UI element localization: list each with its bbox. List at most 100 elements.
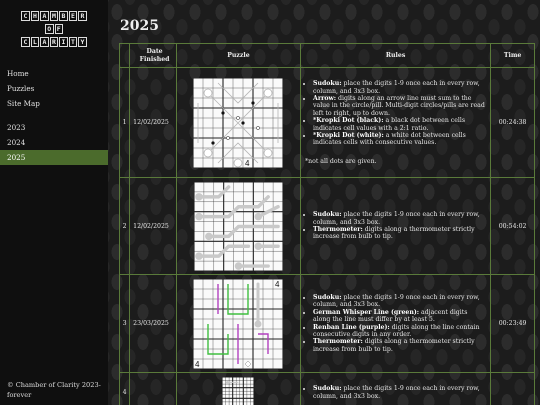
logo-letter-tile: F	[54, 24, 63, 34]
logo-letter-tile: A	[40, 11, 49, 21]
rule-item: Thermometer: digits along a thermometer …	[313, 226, 486, 241]
logo-letter-tile: R	[78, 11, 87, 21]
logo-row: OF	[13, 24, 95, 34]
row-date	[129, 372, 177, 405]
nav-site-map[interactable]: Site Map	[0, 96, 108, 111]
rules-list: Sudoku: place the digits 1-9 once each i…	[305, 294, 486, 353]
rule-name: Sudoku:	[313, 80, 342, 88]
row-puzzle	[175, 372, 302, 405]
puzzle-image-wrap[interactable]	[177, 181, 300, 271]
row-date: 12/02/2025	[129, 67, 177, 178]
row-time: 00:54:02	[490, 177, 535, 275]
puzzle-image-wrap[interactable]	[177, 376, 300, 405]
puzzle-grid-3: 44	[193, 278, 284, 369]
row-date: 23/03/2025	[129, 274, 177, 373]
row-puzzle: 4	[175, 67, 302, 178]
rule-item: Sudoku: place the digits 1-9 once each i…	[313, 80, 486, 95]
rule-item: Sudoku: place the digits 1-9 once each i…	[313, 294, 486, 309]
main-content: 2025 Date Finished Puzzle Rules Time 1 12…	[108, 0, 540, 405]
logo-row: CHAMBER	[13, 11, 95, 21]
puzzle-image-wrap[interactable]: 44	[177, 278, 300, 369]
logo-letter-tile: C	[21, 37, 30, 47]
table-header-row: Date Finished Puzzle Rules Time	[118, 43, 535, 68]
rule-item: German Whisper Line (green): adjacent di…	[313, 309, 486, 324]
rules-list: Sudoku: place the digits 1-9 once each i…	[305, 385, 486, 400]
logo-letter-tile: Y	[78, 37, 87, 47]
logo-letter-tile: R	[49, 37, 59, 47]
table-row[interactable]: 323/03/202544Sudoku: place the digits 1-…	[118, 274, 535, 373]
rule-item: Thermometer: digits along a thermometer …	[313, 338, 486, 353]
logo-letter-tile: I	[59, 37, 68, 47]
header-index	[118, 43, 131, 68]
row-time	[490, 372, 535, 405]
rule-item: Sudoku: place the digits 1-9 once each i…	[313, 211, 486, 226]
table-row[interactable]: 212/02/2025 Sudoku: place the digits 1-9 …	[118, 177, 535, 275]
logo-letter-tile: M	[49, 11, 59, 21]
rule-name: Sudoku:	[313, 211, 342, 219]
puzzle-table: Date Finished Puzzle Rules Time 1 12/02/2…	[118, 43, 535, 405]
rule-item: *Kropki Dot (white): a white dot between…	[313, 132, 486, 147]
rules-list: Sudoku: place the digits 1-9 once each i…	[305, 211, 486, 241]
row-time: 00:24:38	[490, 67, 535, 178]
rule-item: Renban Line (purple): digits along the l…	[313, 324, 486, 339]
row-index: 3	[118, 274, 131, 373]
header-date: Date Finished	[129, 43, 177, 68]
row-date: 12/02/2025	[129, 177, 177, 275]
row-time: 00:23:49	[490, 274, 535, 373]
nav-year-2023[interactable]: 2023	[0, 120, 108, 135]
rule-text: digits along an arrow line must sum to t…	[313, 94, 485, 117]
logo-letter-tile: O	[45, 24, 54, 34]
table-row[interactable]: 4 Sudoku: place the digits 1-9 once each …	[118, 372, 535, 405]
table-row[interactable]: 112/02/2025 4 Sudoku: place the digits 1-9…	[118, 67, 535, 178]
rule-name: Renban Line (purple):	[313, 323, 390, 331]
puzzle-grid-2	[193, 181, 283, 271]
sidebar: CHAMBEROFCLARITY Home Puzzles Site Map 2…	[0, 0, 108, 405]
row-index: 1	[118, 67, 131, 178]
rules-list: Sudoku: place the digits 1-9 once each i…	[305, 80, 486, 147]
logo-letter-tile: A	[40, 37, 49, 47]
nav-home[interactable]: Home	[0, 66, 108, 81]
row-index: 4	[118, 372, 131, 405]
footer-copyright: © Chamber of Clarity 2023-forever	[7, 381, 101, 399]
rule-name: German Whisper Line (green):	[313, 308, 420, 316]
row-rules: Sudoku: place the digits 1-9 once each i…	[300, 67, 492, 178]
rules-note: *not all dots are given.	[305, 157, 377, 165]
header-time: Time	[490, 43, 535, 68]
row-rules: Sudoku: place the digits 1-9 once each i…	[300, 372, 492, 405]
nav-puzzles[interactable]: Puzzles	[0, 81, 108, 96]
row-puzzle: 44	[175, 274, 302, 373]
logo-row: CLARITY	[13, 37, 95, 47]
row-rules: Sudoku: place the digits 1-9 once each i…	[300, 274, 492, 373]
logo-letter-tile: H	[30, 11, 40, 21]
nav-gap	[0, 111, 108, 120]
page-title: 2025	[120, 18, 159, 34]
rule-name: Thermometer:	[313, 226, 363, 233]
rule-item: *Kropki Dot (black): a black dot between…	[313, 117, 486, 132]
rule-name: *Kropki Dot (black):	[313, 117, 384, 125]
logo-letter-tile: E	[68, 11, 78, 21]
logo-letter-tile: B	[59, 11, 68, 21]
row-index: 2	[118, 177, 131, 275]
site-logo[interactable]: CHAMBEROFCLARITY	[13, 11, 95, 50]
nav-year-2025[interactable]: 2025	[0, 150, 108, 165]
rule-name: Sudoku:	[313, 293, 342, 301]
rule-item: Sudoku: place the digits 1-9 once each i…	[313, 385, 486, 400]
row-rules: Sudoku: place the digits 1-9 once each i…	[300, 177, 492, 275]
puzzle-grid-1: 4	[193, 77, 284, 168]
given-digit: 4	[195, 360, 200, 369]
rule-name: *Kropki Dot (white):	[313, 132, 384, 140]
header-puzzle: Puzzle	[175, 43, 302, 68]
header-rules: Rules	[300, 43, 492, 68]
given-digit: 4	[245, 159, 250, 168]
sidebar-nav: Home Puzzles Site Map 2023 2024 2025	[0, 66, 108, 165]
nav-year-2024[interactable]: 2024	[0, 135, 108, 150]
logo-letter-tile: C	[21, 11, 30, 21]
rule-name: Arrow:	[313, 94, 337, 102]
rule-name: Sudoku:	[313, 385, 342, 393]
rule-name: Thermometer:	[313, 338, 363, 346]
row-puzzle	[175, 177, 302, 275]
given-digit: 4	[275, 280, 280, 289]
puzzle-image-wrap[interactable]: 4	[177, 77, 300, 168]
logo-letter-tile: T	[68, 37, 78, 47]
rule-item: Arrow: digits along an arrow line must s…	[313, 95, 486, 117]
